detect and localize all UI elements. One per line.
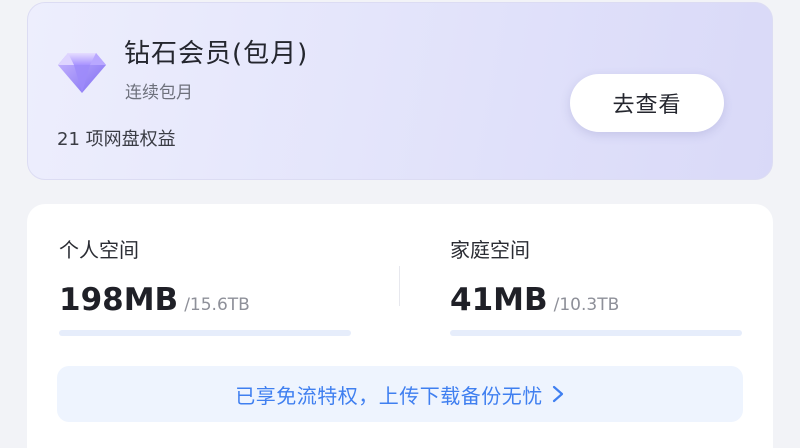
membership-subtitle: 连续包月	[125, 83, 193, 103]
promo-text: 已享免流特权，上传下载备份无忧	[235, 383, 543, 408]
personal-storage-label: 个人空间	[59, 238, 139, 262]
family-used-value: 41MB	[450, 282, 548, 318]
personal-used-value: 198MB	[59, 282, 179, 318]
storage-card: 个人空间 198MB/15.6TB 家庭空间 41MB/10.3TB 已享免流特…	[27, 204, 773, 448]
family-storage-label: 家庭空间	[450, 238, 530, 262]
personal-storage-usage: 198MB/15.6TB	[59, 282, 250, 318]
membership-card[interactable]: 钻石会员(包月) 连续包月 21 项网盘权益 去查看	[27, 2, 773, 180]
family-storage-usage: 41MB/10.3TB	[450, 282, 619, 318]
personal-usage-bar	[59, 330, 351, 336]
family-usage-bar	[450, 330, 742, 336]
column-divider	[399, 266, 400, 306]
view-button[interactable]: 去查看	[570, 74, 724, 132]
family-total-value: /10.3TB	[553, 295, 620, 315]
chevron-right-icon	[552, 385, 563, 403]
diamond-icon	[58, 53, 106, 93]
personal-total-value: /15.6TB	[184, 295, 250, 315]
membership-title: 钻石会员(包月)	[124, 39, 309, 69]
benefits-count: 21 项网盘权益	[57, 129, 176, 150]
free-traffic-banner[interactable]: 已享免流特权，上传下载备份无忧	[57, 366, 743, 422]
